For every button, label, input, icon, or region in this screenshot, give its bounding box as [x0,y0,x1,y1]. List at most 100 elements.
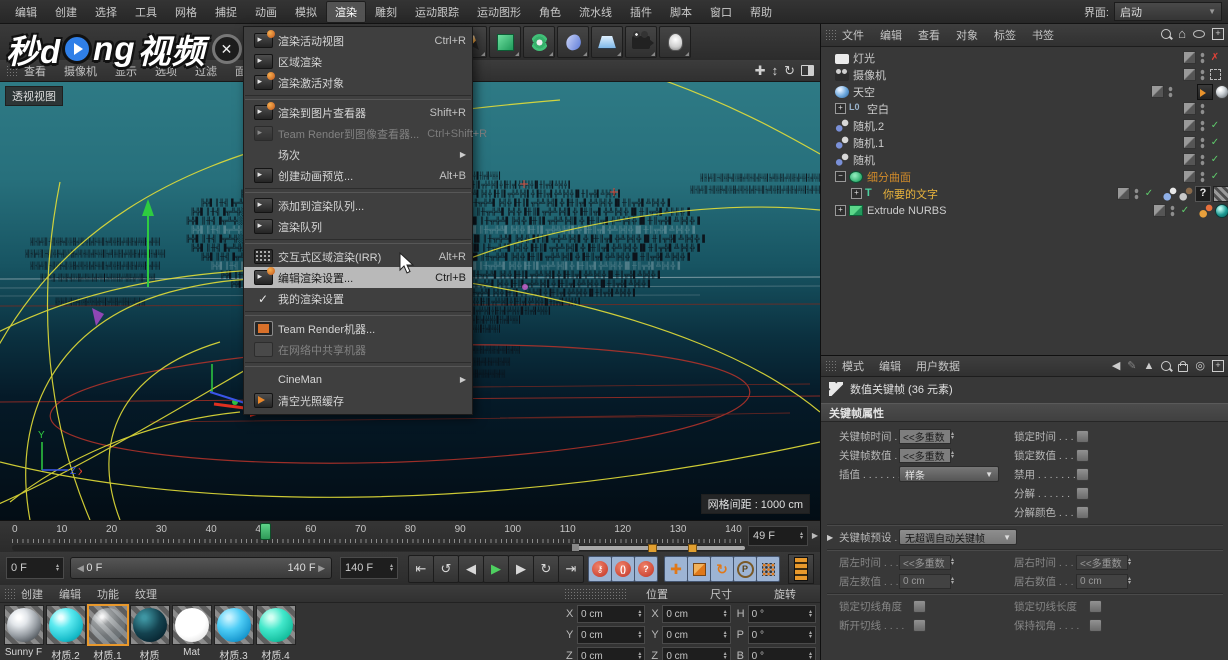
object-row[interactable]: 灯光 ✗ [821,49,1228,66]
object-manager-menu-item[interactable]: 标签 [989,25,1027,45]
range-track[interactable] [575,546,745,550]
object-manager-menu-item[interactable]: 查看 [913,25,951,45]
menubar-item[interactable]: 插件 [621,1,661,23]
material-item[interactable]: Mat [171,605,212,660]
position-input[interactable]: 0 cm [577,647,646,660]
material-menu-item[interactable]: 创建 [16,585,54,603]
right-value-input[interactable]: 0 cm [1076,573,1128,589]
visibility-dots-icon[interactable] [1200,136,1205,149]
record-keyframe-button[interactable]: ⚷ [588,556,612,582]
stepper-icon[interactable] [800,532,803,540]
stepper-icon[interactable] [724,652,727,660]
range-handle[interactable] [572,544,579,551]
zoom-view-icon[interactable]: ↕ [772,63,779,78]
attribute-menu-item[interactable]: 编辑 [874,356,911,376]
render-menu-item[interactable]: 渲染队列 [244,216,472,237]
object-status-icon[interactable]: ✓ [1209,137,1221,148]
home-icon[interactable]: ⌂ [1178,27,1186,40]
rotation-input[interactable]: 0 ° [747,626,816,644]
object-name[interactable]: 灯光 [853,50,1183,66]
stepper-icon[interactable] [638,652,641,660]
key-position-toggle[interactable]: ✚ [664,556,688,582]
history-back-icon[interactable]: ◀ [1112,359,1120,372]
material-thumbnail[interactable] [171,605,212,645]
next-frame-button[interactable]: ▶ [508,555,534,583]
camera-button[interactable] [625,26,657,58]
pan-view-icon[interactable]: ✚ [755,63,766,79]
panel-grip-icon[interactable] [825,360,837,372]
menubar-item[interactable]: 选择 [86,1,126,23]
keyframe-preset-dropdown[interactable]: 无超调自动关键帧 ▼ [899,529,1017,545]
timeline-window-button[interactable] [788,554,814,584]
object-status-icon[interactable]: ✓ [1179,205,1191,216]
object-status-icon[interactable]: ✓ [1143,188,1155,199]
interpolation-dropdown[interactable]: 样条 ▼ [899,466,999,482]
object-name[interactable]: 摄像机 [853,67,1183,83]
decompose-checkbox[interactable] [1076,486,1089,500]
object-manager-menu-item[interactable]: 文件 [837,25,875,45]
material-name[interactable]: 材质 [140,647,160,660]
timeline-ruler[interactable]: 0102030404960708090100110120130140 49 F … [0,520,820,554]
left-time-input[interactable]: <<多重数 [899,554,951,570]
object-icon[interactable] [849,102,863,115]
stepper-icon[interactable] [638,610,641,618]
object-tag[interactable] [1179,186,1193,201]
render-menu-item[interactable]: 交互式区域渲染(IRR) Alt+R [244,246,472,267]
start-frame-input[interactable]: 0 F [6,557,64,579]
object-row[interactable]: − 细分曲面 ✓ [821,168,1228,185]
expand-arrow-icon[interactable]: ▶ [827,533,833,542]
material-item[interactable]: 材质 [129,605,170,660]
timeline-range-bar[interactable] [12,544,745,553]
render-menu-item[interactable]: 创建动画预览... Alt+B [244,165,472,186]
material-name[interactable]: 材质.3 [219,647,247,660]
menubar-item[interactable]: 角色 [530,1,570,23]
object-icon[interactable] [849,205,863,216]
lock-icon[interactable] [1178,360,1189,372]
render-menu-item[interactable] [245,362,471,367]
visibility-dots-icon[interactable] [1200,170,1205,183]
floor-button[interactable] [591,26,623,58]
material-item[interactable]: Sunny F [3,605,44,660]
menubar-item[interactable]: 模拟 [286,1,326,23]
position-input[interactable]: 0 cm [577,605,646,623]
filter-icon[interactable] [1193,30,1205,38]
search-icon[interactable] [1161,29,1172,39]
object-name[interactable]: 空白 [867,101,1183,117]
stepper-icon[interactable] [809,652,812,660]
deformer-button[interactable] [557,26,589,58]
expand-toggle[interactable]: + [851,188,862,199]
object-manager-menu-item[interactable]: 编辑 [875,25,913,45]
menubar-item[interactable]: 帮助 [741,1,781,23]
viewport-view-label[interactable]: 透视视图 [5,86,63,106]
object-tag[interactable] [1213,185,1228,202]
material-thumbnail[interactable] [255,605,296,645]
interface-dropdown[interactable]: 启动 ▼ [1114,2,1222,21]
key-scale-toggle[interactable] [687,556,711,582]
material-item[interactable]: 材质.3 [213,605,254,660]
visibility-dots-icon[interactable] [1168,85,1173,98]
render-menu-item[interactable] [245,311,471,316]
object-name[interactable]: 随机.1 [853,135,1183,151]
ruler-expand-icon[interactable]: ▶ [812,531,818,540]
render-menu-item[interactable]: 渲染激活对象 [244,72,472,93]
keyframe-selection-button[interactable]: ? [634,556,658,582]
stepper-icon[interactable] [390,564,393,572]
material-name[interactable]: 材质.1 [93,647,121,660]
object-tag[interactable] [1197,83,1213,100]
position-input[interactable]: 0 cm [577,626,646,644]
stepper-icon[interactable] [809,631,812,639]
render-menu-item[interactable]: 添加到渲染队列... [244,195,472,216]
render-menu-item[interactable] [245,239,471,244]
left-value-input[interactable]: 0 cm [899,573,951,589]
decompose-color-checkbox[interactable] [1076,505,1089,519]
render-menu-item[interactable]: Team Render机器... [244,318,472,339]
size-input[interactable]: 0 cm [662,626,731,644]
object-icon[interactable] [835,153,849,166]
material-item[interactable]: 材质.2 [45,605,86,660]
visibility-dots-icon[interactable] [1200,153,1205,166]
render-menu-item[interactable]: 区域渲染 [244,51,472,72]
layer-color-box[interactable] [1183,153,1196,166]
autokey-button[interactable]: () [611,556,635,582]
lock-tangent-length-checkbox[interactable] [1089,599,1102,613]
edit-pencil-icon[interactable]: ✎ [1127,359,1136,372]
